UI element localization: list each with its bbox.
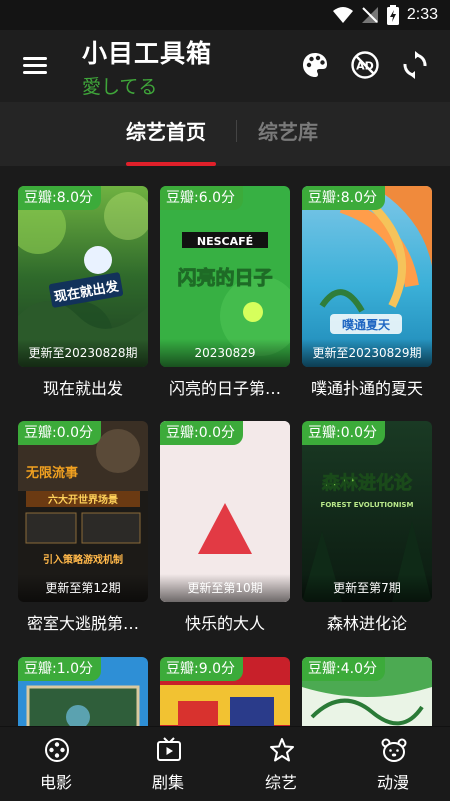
rating-badge: 豆瓣:6.0分 — [160, 186, 243, 210]
episode-label: 20230829 — [160, 339, 290, 367]
nav-item-variety[interactable]: 综艺 — [225, 727, 337, 801]
bear-icon — [381, 738, 407, 762]
status-bar: 2:33 — [0, 0, 450, 30]
refresh-icon[interactable] — [400, 50, 430, 80]
poster-image[interactable]: 豆瓣:0.0分 更新至第10期 — [160, 421, 290, 602]
show-card[interactable]: 无限流事 六大开世界场景 引入策略游戏机制 豆瓣:0.0分 更新至第12期 密室… — [18, 421, 148, 634]
status-time: 2:33 — [406, 6, 438, 23]
menu-icon[interactable] — [20, 52, 50, 78]
episode-label: 更新至第12期 — [18, 574, 148, 602]
rating-badge: 豆瓣:0.0分 — [302, 421, 385, 445]
show-title[interactable]: 森林进化论 — [302, 610, 432, 634]
show-card[interactable]: NESCAFÉ 闪亮的日子 豆瓣:6.0分 20230829 闪亮的日子第… — [160, 186, 290, 399]
bottom-nav: 电影 剧集 综艺 动漫 — [0, 726, 450, 801]
show-title[interactable]: 密室大逃脱第… — [18, 610, 148, 634]
nav-item-series[interactable]: 剧集 — [112, 727, 224, 801]
show-title[interactable]: 闪亮的日子第… — [160, 375, 290, 399]
show-card[interactable]: 现在就出发 豆瓣:8.0分 更新至20230828期 现在就出发 — [18, 186, 148, 399]
nav-item-anime[interactable]: 动漫 — [337, 727, 449, 801]
poster-text-b: 六大开世界场景 — [48, 493, 118, 506]
tab-bar: 综艺首页 综艺库 — [0, 102, 450, 166]
show-card[interactable]: 森林进化论 FOREST EVOLUTIONISM 豆瓣:0.0分 更新至第7期… — [302, 421, 432, 634]
app-title: 小目工具箱 — [82, 39, 213, 68]
status-icons: 2:33 — [332, 5, 438, 25]
rating-badge: 豆瓣:8.0分 — [18, 186, 101, 210]
show-card[interactable]: 豆瓣:9.0分 — [160, 657, 290, 726]
nav-label: 综艺 — [264, 773, 297, 792]
episode-label: 更新至20230829期 — [302, 339, 432, 367]
poster-image[interactable]: 现在就出发 豆瓣:8.0分 更新至20230828期 — [18, 186, 148, 367]
poster-title: 森林进化论 — [322, 472, 413, 494]
wifi-icon — [332, 7, 353, 23]
rating-badge: 豆瓣:8.0分 — [302, 186, 385, 210]
poster-image[interactable]: 森林进化论 FOREST EVOLUTIONISM 豆瓣:0.0分 更新至第7期 — [302, 421, 432, 602]
film-reel-icon — [45, 738, 69, 762]
poster-brand: NESCAFÉ — [197, 235, 253, 248]
show-card[interactable]: 噗通夏天 豆瓣:8.0分 更新至20230829期 噗通扑通的夏天 — [302, 186, 432, 399]
app-subtitle: 愛してる — [82, 76, 158, 98]
palette-icon[interactable] — [300, 50, 330, 80]
show-title[interactable]: 快乐的大人 — [160, 610, 290, 634]
poster-title: 噗通夏天 — [342, 317, 391, 332]
rating-badge: 豆瓣:4.0分 — [302, 657, 385, 681]
content-grid[interactable]: 现在就出发 豆瓣:8.0分 更新至20230828期 现在就出发 NESCAFÉ… — [0, 166, 450, 726]
episode-label: 更新至第10期 — [160, 574, 290, 602]
tab-divider — [236, 120, 237, 142]
battery-charging-icon — [386, 5, 399, 25]
poster-title: 闪亮的日子 — [177, 266, 272, 289]
app-bar: 小目工具箱 愛してる AD — [0, 30, 450, 102]
show-card[interactable]: 豆瓣:4.0分 — [302, 657, 432, 726]
ad-block-icon[interactable]: AD — [350, 50, 380, 80]
nav-item-movies[interactable]: 电影 — [0, 727, 112, 801]
show-card[interactable]: 豆瓣:1.0分 — [18, 657, 148, 726]
rating-badge: 豆瓣:1.0分 — [18, 657, 101, 681]
star-icon — [270, 738, 294, 762]
show-card[interactable]: 豆瓣:0.0分 更新至第10期 快乐的大人 — [160, 421, 290, 634]
poster-text-c: 引入策略游戏机制 — [43, 553, 123, 566]
show-title[interactable]: 现在就出发 — [18, 375, 148, 399]
poster-image[interactable]: 豆瓣:9.0分 — [160, 657, 290, 726]
episode-label: 更新至第7期 — [302, 574, 432, 602]
rating-badge: 豆瓣:0.0分 — [160, 421, 243, 445]
nav-label: 动漫 — [376, 773, 409, 792]
poster-image[interactable]: NESCAFÉ 闪亮的日子 豆瓣:6.0分 20230829 — [160, 186, 290, 367]
tab-variety-library[interactable]: 综艺库 — [258, 116, 318, 145]
poster-image[interactable]: 豆瓣:4.0分 — [302, 657, 432, 726]
rating-badge: 豆瓣:9.0分 — [160, 657, 243, 681]
tv-icon — [157, 737, 181, 761]
poster-subtitle: FOREST EVOLUTIONISM — [321, 501, 414, 509]
tab-variety-home[interactable]: 综艺首页 — [126, 116, 206, 145]
episode-label: 更新至20230828期 — [18, 339, 148, 367]
nav-label: 电影 — [39, 773, 72, 792]
poster-image[interactable]: 噗通夏天 豆瓣:8.0分 更新至20230829期 — [302, 186, 432, 367]
show-title[interactable]: 噗通扑通的夏天 — [302, 375, 432, 399]
poster-image[interactable]: 无限流事 六大开世界场景 引入策略游戏机制 豆瓣:0.0分 更新至第12期 — [18, 421, 148, 602]
no-signal-icon — [361, 7, 378, 23]
rating-badge: 豆瓣:0.0分 — [18, 421, 101, 445]
poster-image[interactable]: 豆瓣:1.0分 — [18, 657, 148, 726]
poster-text-a: 无限流事 — [25, 465, 78, 481]
nav-label: 剧集 — [151, 773, 184, 792]
